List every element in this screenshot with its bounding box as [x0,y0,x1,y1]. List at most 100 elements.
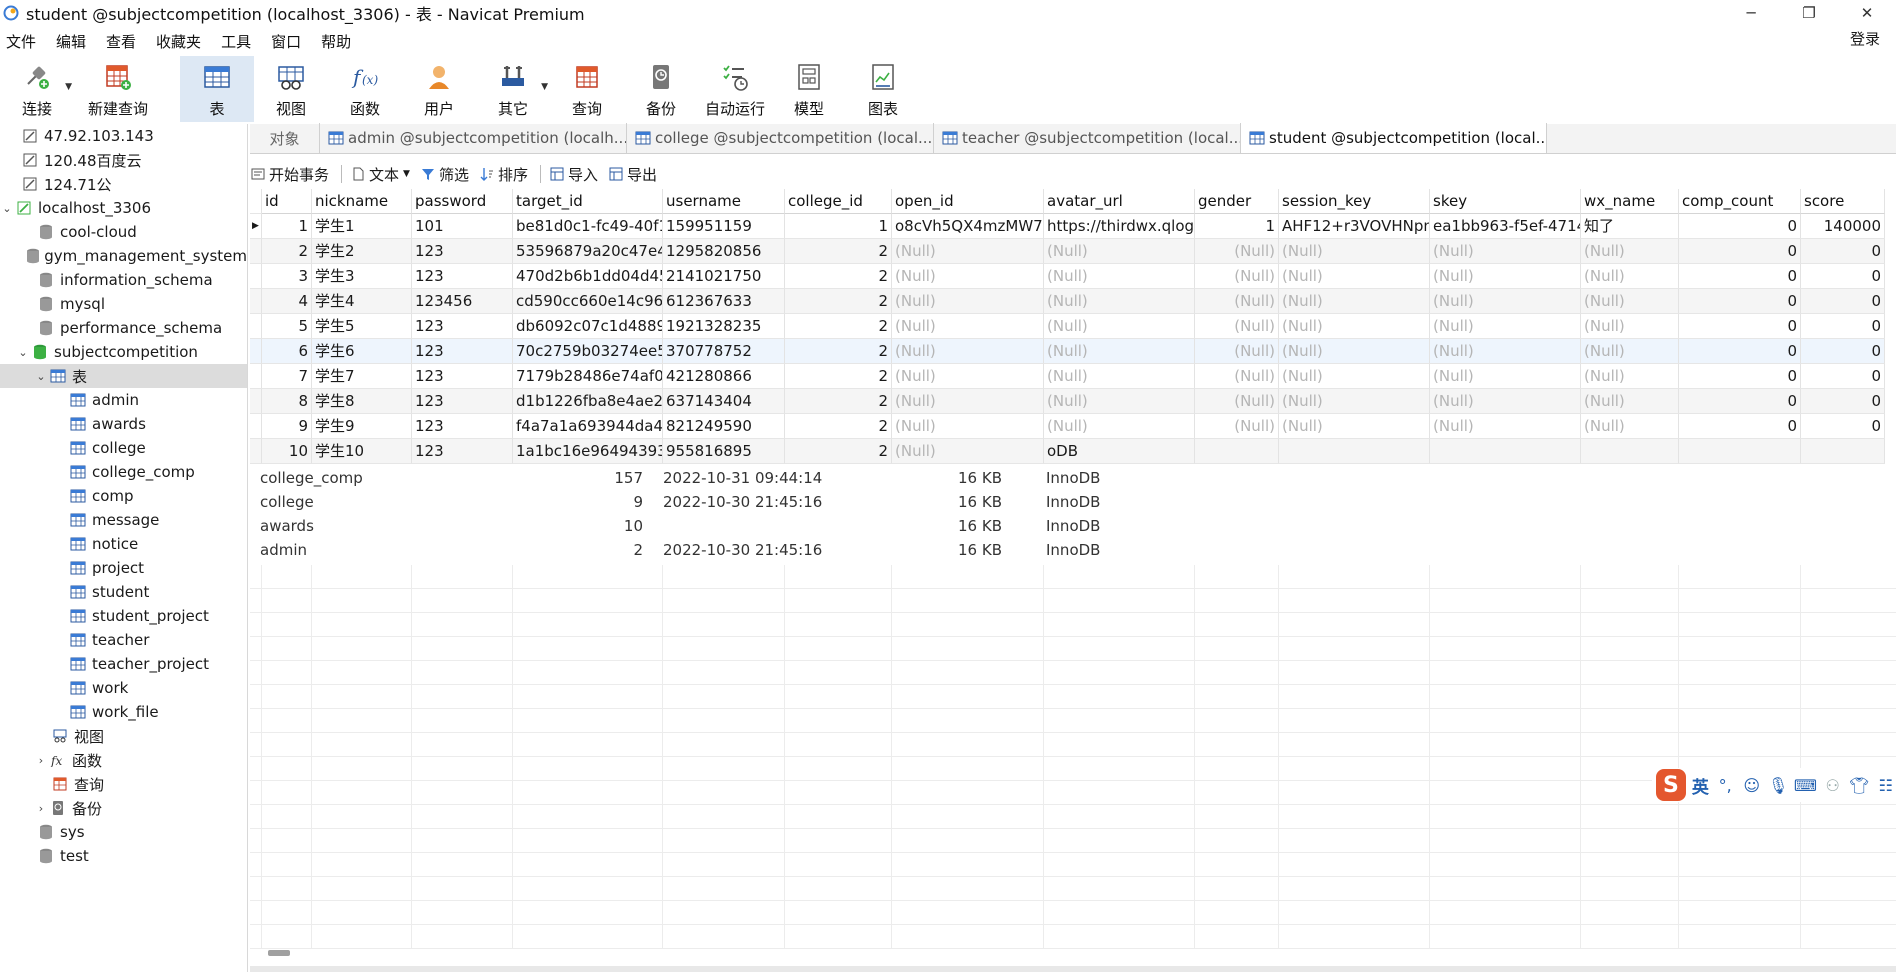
cell-password[interactable]: 123 [412,389,513,414]
table-item-admin[interactable]: admin [0,388,247,412]
cell-open-id[interactable]: (Null) [892,239,1044,264]
cell-skey[interactable]: (Null) [1430,389,1581,414]
cell-password[interactable]: 123456 [412,289,513,314]
cell-college-id[interactable]: 2 [785,239,892,264]
cell-skey[interactable]: (Null) [1430,414,1581,439]
tab-teacher[interactable]: teacher @subjectcompetition (local... [934,123,1241,153]
cell-skey[interactable]: (Null) [1430,264,1581,289]
filter-button[interactable]: 筛选 [420,164,469,185]
cell-score[interactable]: 0 [1801,289,1885,314]
user-icon[interactable]: ⚇ [1822,774,1843,796]
cell-nickname[interactable]: 学生5 [312,314,412,339]
cell-session-key[interactable]: (Null) [1279,289,1430,314]
cell-id[interactable]: 4 [262,289,312,314]
row-marker[interactable] [250,289,262,314]
cell-id[interactable]: 2 [262,239,312,264]
cell-wx-name[interactable]: (Null) [1581,364,1679,389]
cell-avatar-url[interactable]: (Null) [1044,364,1195,389]
cell-open-id[interactable]: (Null) [892,414,1044,439]
cell-score[interactable] [1801,439,1885,464]
table-item-student[interactable]: student [0,580,247,604]
menu-help[interactable]: 帮助 [315,31,365,52]
cell-gender[interactable]: (Null) [1195,314,1279,339]
column-header-skey[interactable]: skey [1430,189,1581,214]
cell-score[interactable]: 140000 [1801,214,1885,239]
sort-button[interactable]: 排序 [479,164,528,185]
table-item-college-comp[interactable]: college_comp [0,460,247,484]
cell-open-id[interactable]: (Null) [892,364,1044,389]
cell-comp-count[interactable] [1679,439,1801,464]
cell-skey[interactable]: (Null) [1430,239,1581,264]
cell-college-id[interactable]: 2 [785,414,892,439]
cell-nickname[interactable]: 学生2 [312,239,412,264]
cell-password[interactable]: 123 [412,439,513,464]
row-marker[interactable] [250,364,262,389]
cell-avatar-url[interactable]: (Null) [1044,289,1195,314]
cell-comp-count[interactable]: 0 [1679,264,1801,289]
table-row[interactable]: 4 学生4 123456 cd590cc660e14c96a 612367633 2 (Nu… [250,289,1885,314]
cell-avatar-url[interactable]: (Null) [1044,264,1195,289]
cell-gender[interactable]: (Null) [1195,264,1279,289]
column-header-comp-count[interactable]: comp_count [1679,189,1801,214]
row-marker[interactable] [250,414,262,439]
cell-score[interactable]: 0 [1801,264,1885,289]
cell-id[interactable]: 8 [262,389,312,414]
horizontal-scrollbar[interactable] [268,950,290,956]
minimize-button[interactable]: ─ [1722,0,1780,26]
database-item[interactable]: performance_schema [0,316,247,340]
functions-group[interactable]: › fx 函数 [0,748,247,772]
cell-comp-count[interactable]: 0 [1679,339,1801,364]
cell-score[interactable]: 0 [1801,389,1885,414]
cell-gender[interactable]: (Null) [1195,414,1279,439]
tab-college[interactable]: college @subjectcompetition (local... [627,123,934,153]
cell-username[interactable]: 370778752 [663,339,785,364]
keyboard-icon[interactable]: ⌨ [1794,774,1817,796]
cell-avatar-url[interactable]: oDB [1044,439,1195,464]
table-item-work-file[interactable]: work_file [0,700,247,724]
emoji-icon[interactable]: ☺ [1741,774,1762,796]
cell-skey[interactable]: (Null) [1430,289,1581,314]
cell-avatar-url[interactable]: (Null) [1044,339,1195,364]
chevron-down-icon[interactable]: ▼ [541,82,548,92]
database-item[interactable]: information_schema [0,268,247,292]
cell-open-id[interactable]: (Null) [892,339,1044,364]
cell-session-key[interactable]: (Null) [1279,239,1430,264]
menu-window[interactable]: 窗口 [265,31,315,52]
table-row[interactable]: 7 学生7 123 7179b28486e74af0a 421280866 2 (Null)… [250,364,1885,389]
cell-session-key[interactable]: (Null) [1279,314,1430,339]
row-marker[interactable] [250,264,262,289]
column-header-score[interactable]: score [1801,189,1885,214]
toolbar-chart-button[interactable]: 图表 [846,56,920,122]
table-row[interactable]: 8 学生8 123 d1b1226fba8e4ae2b 637143404 2 (Null)… [250,389,1885,414]
tables-group[interactable]: ⌄ 表 [0,364,247,388]
toolbar-new-query-button[interactable]: 新建查询 [74,56,162,122]
skin-icon[interactable]: 👕︎ [1849,774,1870,796]
table-row[interactable]: 3 学生3 123 470d2b6b1dd04d45 2141021750 2 (Null)… [250,264,1885,289]
cell-avatar-url[interactable]: (Null) [1044,389,1195,414]
table-row[interactable]: 5 学生5 123 db6092c07c1d48899 1921328235 2 (Null… [250,314,1885,339]
cell-password[interactable]: 123 [412,314,513,339]
column-header-target-id[interactable]: target_id [513,189,663,214]
cell-session-key[interactable]: (Null) [1279,364,1430,389]
maximize-button[interactable]: ❐ [1780,0,1838,26]
table-item-college[interactable]: college [0,436,247,460]
cell-target-id[interactable]: 70c2759b03274ee5f [513,339,663,364]
toolbar-backup-button[interactable]: 备份 [624,56,698,122]
tab-objects[interactable]: 对象 [250,123,320,153]
row-marker[interactable] [250,239,262,264]
cell-score[interactable]: 0 [1801,239,1885,264]
database-item[interactable]: mysql [0,292,247,316]
cell-open-id[interactable]: (Null) [892,289,1044,314]
column-header-open-id[interactable]: open_id [892,189,1044,214]
cell-target-id[interactable]: 7179b28486e74af0a [513,364,663,389]
cell-id[interactable]: 6 [262,339,312,364]
row-marker[interactable] [250,389,262,414]
cell-password[interactable]: 123 [412,364,513,389]
menu-file[interactable]: 文件 [0,31,50,52]
toolbar-query-button[interactable]: 查询 [550,56,624,122]
grid-header-row[interactable]: id nickname password target_id username colle… [250,189,1885,214]
database-item-sys[interactable]: sys [0,820,247,844]
menu-tools[interactable]: 工具 [215,31,265,52]
database-item[interactable]: gym_management_system [0,244,247,268]
connection-item-localhost[interactable]: ⌄ localhost_3306 [0,196,247,220]
